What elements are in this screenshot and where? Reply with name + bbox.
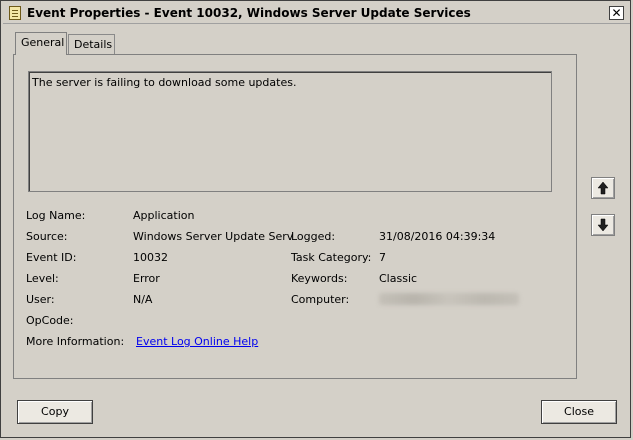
arrow-up-icon — [597, 181, 609, 195]
user-label: User: — [26, 293, 55, 306]
log-name-value: Application — [133, 209, 195, 222]
source-value: Windows Server Update Serv — [133, 230, 294, 243]
event-description-box[interactable]: The server is failing to download some u… — [28, 71, 552, 192]
level-label: Level: — [26, 272, 59, 285]
event-log-online-help-link[interactable]: Event Log Online Help — [136, 335, 258, 348]
arrow-down-icon — [597, 218, 609, 232]
more-information-label: More Information: — [26, 335, 125, 348]
logged-label: Logged: — [291, 230, 336, 243]
task-category-value: 7 — [379, 251, 386, 264]
tab-general-label: General — [21, 36, 65, 49]
close-icon: ✕ — [611, 6, 622, 20]
log-name-label: Log Name: — [26, 209, 86, 222]
keywords-label: Keywords: — [291, 272, 348, 285]
window-title: Event Properties - Event 10032, Windows … — [27, 6, 471, 20]
opcode-label: OpCode: — [26, 314, 74, 327]
tab-details[interactable]: Details — [68, 34, 115, 54]
source-label: Source: — [26, 230, 68, 243]
keywords-value: Classic — [379, 272, 418, 285]
task-category-label: Task Category: — [291, 251, 372, 264]
computer-label: Computer: — [291, 293, 350, 306]
event-id-value: 10032 — [133, 251, 168, 264]
level-value: Error — [133, 272, 160, 285]
event-id-label: Event ID: — [26, 251, 77, 264]
next-event-button[interactable] — [591, 214, 615, 236]
close-button[interactable]: Close — [541, 400, 617, 424]
tab-details-label: Details — [74, 38, 113, 51]
computer-value-redacted — [379, 293, 519, 305]
copy-button[interactable]: Copy — [17, 400, 93, 424]
previous-event-button[interactable] — [591, 177, 615, 199]
user-value: N/A — [133, 293, 153, 306]
tab-general[interactable]: General — [15, 32, 67, 55]
event-description-text: The server is failing to download some u… — [32, 76, 297, 89]
event-viewer-icon — [9, 6, 21, 20]
event-properties-window: Event Properties - Event 10032, Windows … — [0, 0, 631, 438]
logged-value: 31/08/2016 04:39:34 — [379, 230, 496, 243]
close-window-button[interactable]: ✕ — [609, 6, 624, 20]
title-bar[interactable]: Event Properties - Event 10032, Windows … — [3, 3, 630, 24]
